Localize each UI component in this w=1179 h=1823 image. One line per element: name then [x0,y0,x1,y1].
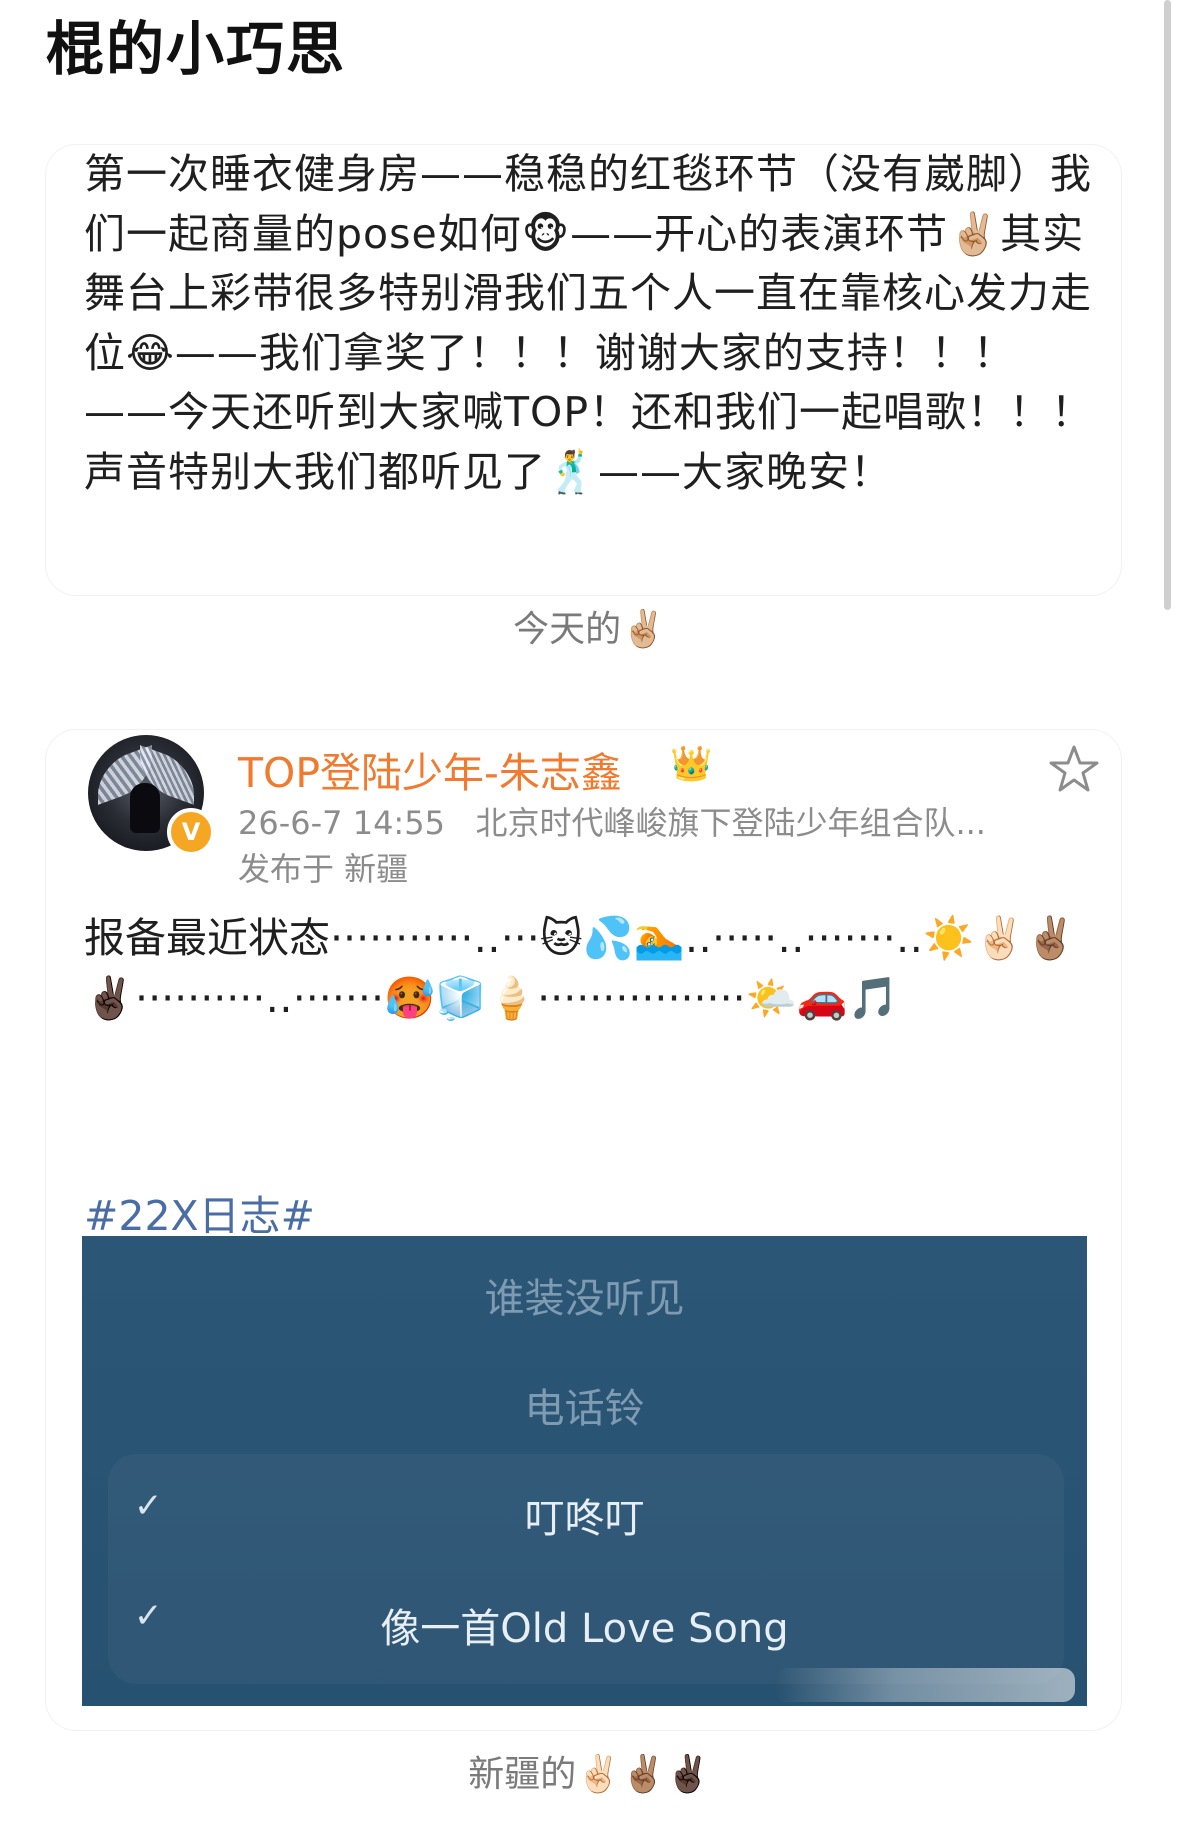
post-location: 发布于 新疆 [238,850,409,888]
post-card-1: 第一次睡衣健身房——稳稳的红毯环节（没有崴脚）我们一起商量的pose如何🐵——开… [46,145,1121,595]
username-link[interactable]: TOP登陆少年-朱志鑫 [238,739,622,799]
blurred-overlay [775,1668,1075,1702]
avatar-figure [130,783,160,833]
music-list-panel: 谁装没听见 电话铃 ✓ 叮咚叮 ✓ 像一首Old Love Song [82,1236,1087,1706]
music-item[interactable]: 谁装没听见 [82,1266,1087,1324]
image-caption-2: 新疆的✌🏻✌🏽✌🏿 [468,1754,711,1795]
music-item[interactable]: 叮咚叮 [82,1486,1087,1544]
image-caption: 今天的✌🏼 [513,609,666,650]
star-icon [1049,745,1099,792]
post-date: 26-6-7 14:55 [238,804,445,842]
post-source: 北京时代峰峻旗下登陆少年组合队... [475,804,986,842]
music-item[interactable]: 电话铃 [82,1376,1087,1434]
music-item[interactable]: 像一首Old Love Song [82,1596,1087,1654]
post-text: 第一次睡衣健身房——稳稳的红毯环节（没有崴脚）我们一起商量的pose如何🐵——开… [84,150,1094,496]
verified-badge-icon: V [167,808,215,856]
topic-tag[interactable]: #22X日志# [84,1182,315,1242]
scrollbar[interactable] [1164,0,1171,610]
favorite-button[interactable] [1047,742,1101,796]
post-body: 报备最近状态···········‥···🐱💦🏊‥·····‥·······‥☀… [84,914,1077,1022]
page-title: 棍的小巧思 [46,15,347,83]
crown-badge-icon: 👑 [670,744,713,784]
post-meta: 26-6-7 14:55 北京时代峰峻旗下登陆少年组合队... [238,798,1038,844]
